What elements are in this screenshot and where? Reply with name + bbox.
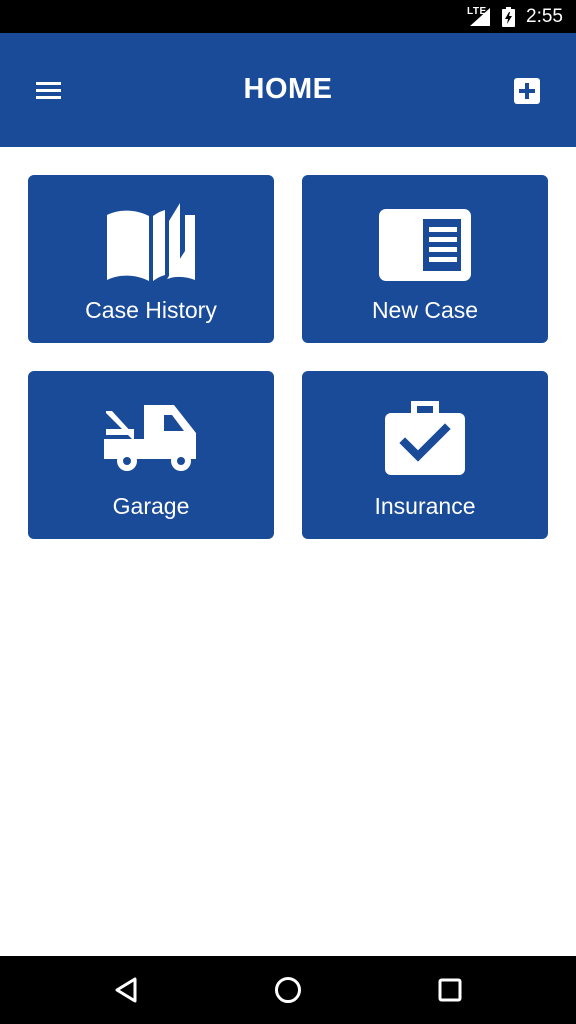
tile-label: Case History	[85, 297, 217, 323]
status-time: 2:55	[526, 6, 563, 27]
open-book-icon	[107, 203, 195, 281]
page-title: HOME	[243, 73, 333, 105]
back-triangle-icon	[115, 977, 137, 1003]
home-circle-icon	[275, 977, 301, 1003]
navigation-bar	[0, 956, 576, 1024]
app-bar: HOME	[0, 33, 576, 147]
new-case-tile[interactable]: New Case	[302, 175, 548, 343]
add-button[interactable]	[514, 78, 540, 104]
back-button[interactable]	[113, 976, 139, 1009]
tile-label: Garage	[112, 493, 190, 519]
tile-label: Insurance	[374, 493, 476, 519]
battery-charging-icon	[502, 7, 515, 27]
tow-truck-icon	[104, 405, 196, 471]
tile-label: New Case	[371, 297, 479, 323]
add-box-icon	[514, 78, 540, 104]
recents-button[interactable]	[437, 976, 463, 1009]
garage-tile[interactable]: Garage	[28, 371, 274, 539]
status-bar: LTE 2:55	[0, 0, 576, 33]
document-card-icon	[379, 209, 471, 281]
signal-strength-icon	[470, 8, 490, 26]
briefcase-check-icon	[385, 401, 465, 475]
recents-square-icon	[438, 978, 462, 1002]
home-button[interactable]	[274, 976, 302, 1009]
insurance-tile[interactable]: Insurance	[302, 371, 548, 539]
case-history-tile[interactable]: Case History	[28, 175, 274, 343]
